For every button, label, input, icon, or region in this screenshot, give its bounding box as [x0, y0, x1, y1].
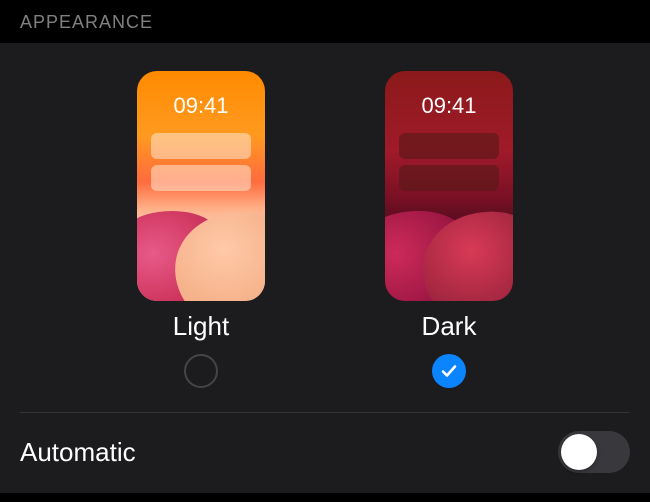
toggle-knob [561, 434, 597, 470]
dark-preview: 09:41 [385, 71, 513, 301]
preview-notification [399, 133, 499, 159]
preview-time: 09:41 [385, 93, 513, 119]
automatic-label: Automatic [20, 437, 136, 468]
option-label: Dark [422, 311, 477, 342]
appearance-options: 09:41 Light 09:41 Dark [0, 43, 650, 412]
preview-notification [399, 165, 499, 191]
light-preview: 09:41 [137, 71, 265, 301]
section-header: APPEARANCE [0, 0, 650, 43]
preview-time: 09:41 [137, 93, 265, 119]
preview-notification [151, 133, 251, 159]
automatic-row: Automatic [0, 413, 650, 493]
checkmark-icon [440, 362, 458, 380]
automatic-toggle[interactable] [558, 431, 630, 473]
appearance-option-light[interactable]: 09:41 Light [137, 71, 265, 388]
appearance-panel: 09:41 Light 09:41 Dark [0, 43, 650, 493]
appearance-option-dark[interactable]: 09:41 Dark [385, 71, 513, 388]
option-label: Light [173, 311, 229, 342]
radio-dark[interactable] [432, 354, 466, 388]
section-title: APPEARANCE [20, 12, 153, 32]
radio-light[interactable] [184, 354, 218, 388]
preview-notification [151, 165, 251, 191]
